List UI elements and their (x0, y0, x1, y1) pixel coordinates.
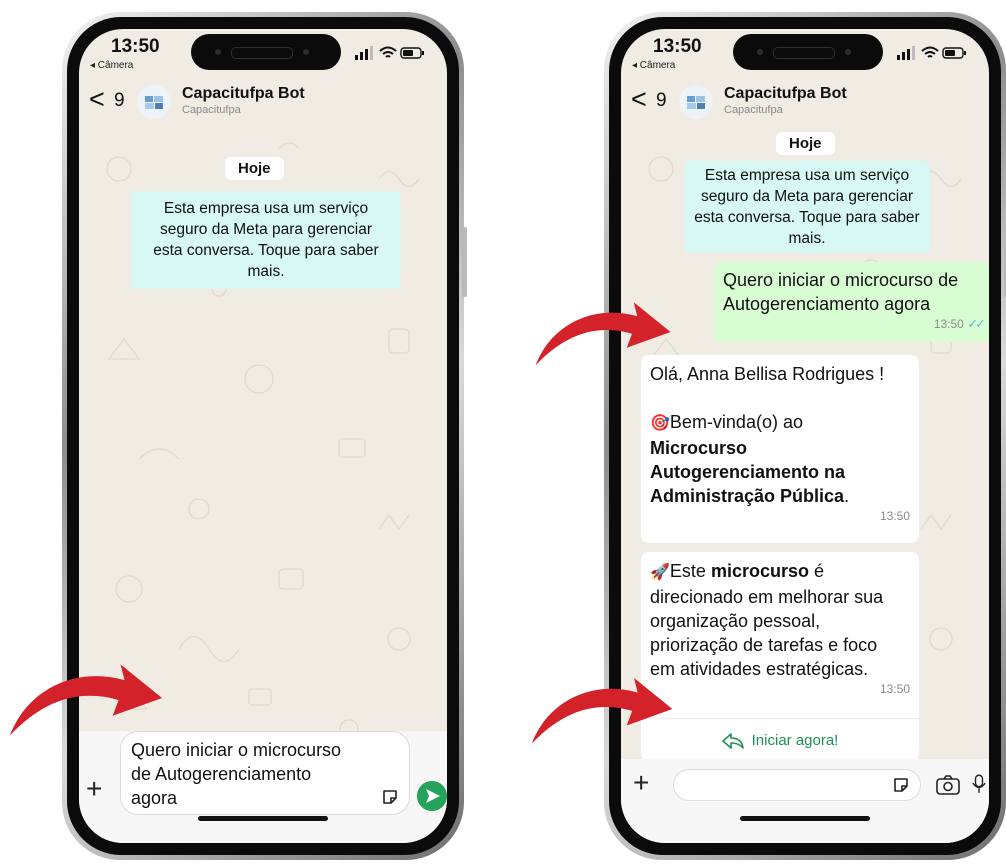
start-now-button[interactable]: Iniciar agora! (641, 718, 919, 762)
attach-plus-icon[interactable]: + (86, 775, 102, 803)
course-name-line: Autogerenciamento na (650, 462, 846, 482)
back-to-camera-link[interactable]: ◂ Câmera (632, 60, 675, 71)
system-message-line: Esta empresa usa um serviço (704, 167, 910, 184)
system-message-line: esta conversa. Toque para saber (694, 209, 920, 226)
target-emoji-icon: 🎯 (650, 415, 670, 432)
double-check-icon: ✓✓ (967, 316, 986, 331)
bot-avatar[interactable] (137, 85, 171, 119)
info-text: é (809, 561, 825, 581)
sticker-icon[interactable] (381, 788, 399, 806)
date-separator: Hoje (776, 132, 835, 155)
chat-name[interactable]: Capacitufpa Bot (182, 85, 305, 103)
info-line: direcionado em melhorar sua (650, 587, 884, 607)
message-composer: + (621, 759, 989, 843)
message-time: 13:50 (879, 509, 910, 523)
system-message-line: esta conversa. Toque para saber (153, 242, 379, 259)
system-message[interactable]: Esta empresa usa um serviço seguro da Me… (684, 161, 930, 253)
greeting-line: Olá, Anna Bellisa Rodrigues ! (650, 364, 885, 384)
welcome-text: Bem-vinda(o) ao (669, 412, 803, 432)
back-to-camera-link[interactable]: ◂ Câmera (90, 60, 133, 71)
chat-screen: 13:50 ◂ Câmera < 9 Capacitufpa Bot Capac… (621, 29, 989, 843)
red-arrow-pointer (531, 677, 673, 744)
status-bar: 13:50 ◂ Câmera (79, 29, 447, 71)
period: . (844, 486, 850, 506)
draft-line: agora (131, 788, 178, 808)
send-icon[interactable] (417, 781, 447, 811)
unread-count: 9 (114, 90, 125, 111)
reply-arrow-icon (721, 733, 744, 749)
course-name-line: Microcurso (650, 438, 748, 458)
status-bar: 13:50 ◂ Câmera (621, 29, 989, 71)
welcome-line: 🎯Bem-vinda(o) ao (650, 410, 910, 436)
message-draft: Quero iniciar o microcurso de Autogerenc… (131, 738, 373, 810)
signal-wifi-battery-icon (897, 46, 966, 60)
message-meta: 13:50 ✓✓ (723, 316, 986, 332)
microphone-icon[interactable] (972, 773, 986, 795)
sticker-icon[interactable] (892, 776, 910, 794)
system-message[interactable]: Esta empresa usa um serviço seguro da Me… (131, 191, 401, 289)
dynamic-island (191, 34, 341, 70)
chat-subtitle: Capacitufpa (724, 104, 783, 116)
side-button (462, 227, 467, 297)
info-bold: microcurso (710, 561, 809, 581)
message-input[interactable]: Quero iniciar o microcurso de Autogerenc… (120, 731, 410, 815)
unread-count: 9 (656, 90, 667, 111)
system-message-line: mais. (247, 263, 285, 280)
chat-name[interactable]: Capacitufpa Bot (724, 85, 847, 103)
signal-wifi-battery-icon (355, 46, 424, 60)
red-arrow-pointer (9, 664, 163, 736)
incoming-welcome-message[interactable]: Olá, Anna Bellisa Rodrigues ! 🎯Bem-vinda… (641, 355, 919, 543)
home-indicator (740, 816, 870, 821)
attach-plus-icon[interactable]: + (633, 769, 649, 797)
status-time: 13:50 (111, 36, 160, 57)
message-composer: + Quero iniciar o microcurso de Autogere… (79, 731, 447, 843)
message-time: 13:50 (933, 317, 964, 331)
status-time: 13:50 (653, 36, 702, 57)
system-message-line: mais. (788, 230, 826, 247)
draft-line: de Autogerenciamento (131, 764, 312, 784)
draft-line: Quero iniciar o microcurso (131, 740, 342, 760)
message-line: Quero iniciar o microcurso de (723, 270, 959, 290)
date-separator: Hoje (225, 157, 284, 180)
system-message-line: Esta empresa usa um serviço (163, 200, 369, 217)
course-name-bold: Administração Pública (650, 486, 845, 506)
course-name-line: Administração Pública. (650, 484, 910, 508)
back-button[interactable]: < (89, 86, 105, 113)
start-now-label: Iniciar agora! (751, 732, 839, 749)
home-indicator (198, 816, 328, 821)
chat-header: < 9 Capacitufpa Bot Capacitufpa (621, 77, 989, 125)
back-button[interactable]: < (631, 86, 647, 113)
outgoing-message[interactable]: Quero iniciar o microcurso de Autogerenc… (714, 262, 989, 342)
info-text: Este (669, 561, 711, 581)
info-line: 🚀Este microcurso é (650, 559, 910, 585)
system-message-line: seguro da Meta para gerenciar (160, 221, 372, 238)
red-arrow-pointer (535, 302, 671, 366)
info-line: organização pessoal, (650, 611, 821, 631)
message-time: 13:50 (879, 682, 910, 696)
chat-header: < 9 Capacitufpa Bot Capacitufpa (79, 77, 447, 125)
dynamic-island (733, 34, 883, 70)
chat-subtitle: Capacitufpa (182, 104, 241, 116)
system-message-line: seguro da Meta para gerenciar (701, 188, 913, 205)
info-line: priorização de tarefas e foco (650, 635, 878, 655)
message-input[interactable] (673, 769, 921, 801)
bot-avatar[interactable] (679, 85, 713, 119)
info-line: em atividades estratégicas. (650, 659, 869, 679)
rocket-emoji-icon: 🚀 (650, 564, 670, 581)
incoming-info-message[interactable]: 🚀Este microcurso é direcionado em melhor… (641, 552, 919, 718)
message-line: Autogerenciamento agora (723, 294, 931, 314)
camera-icon[interactable] (936, 775, 960, 795)
